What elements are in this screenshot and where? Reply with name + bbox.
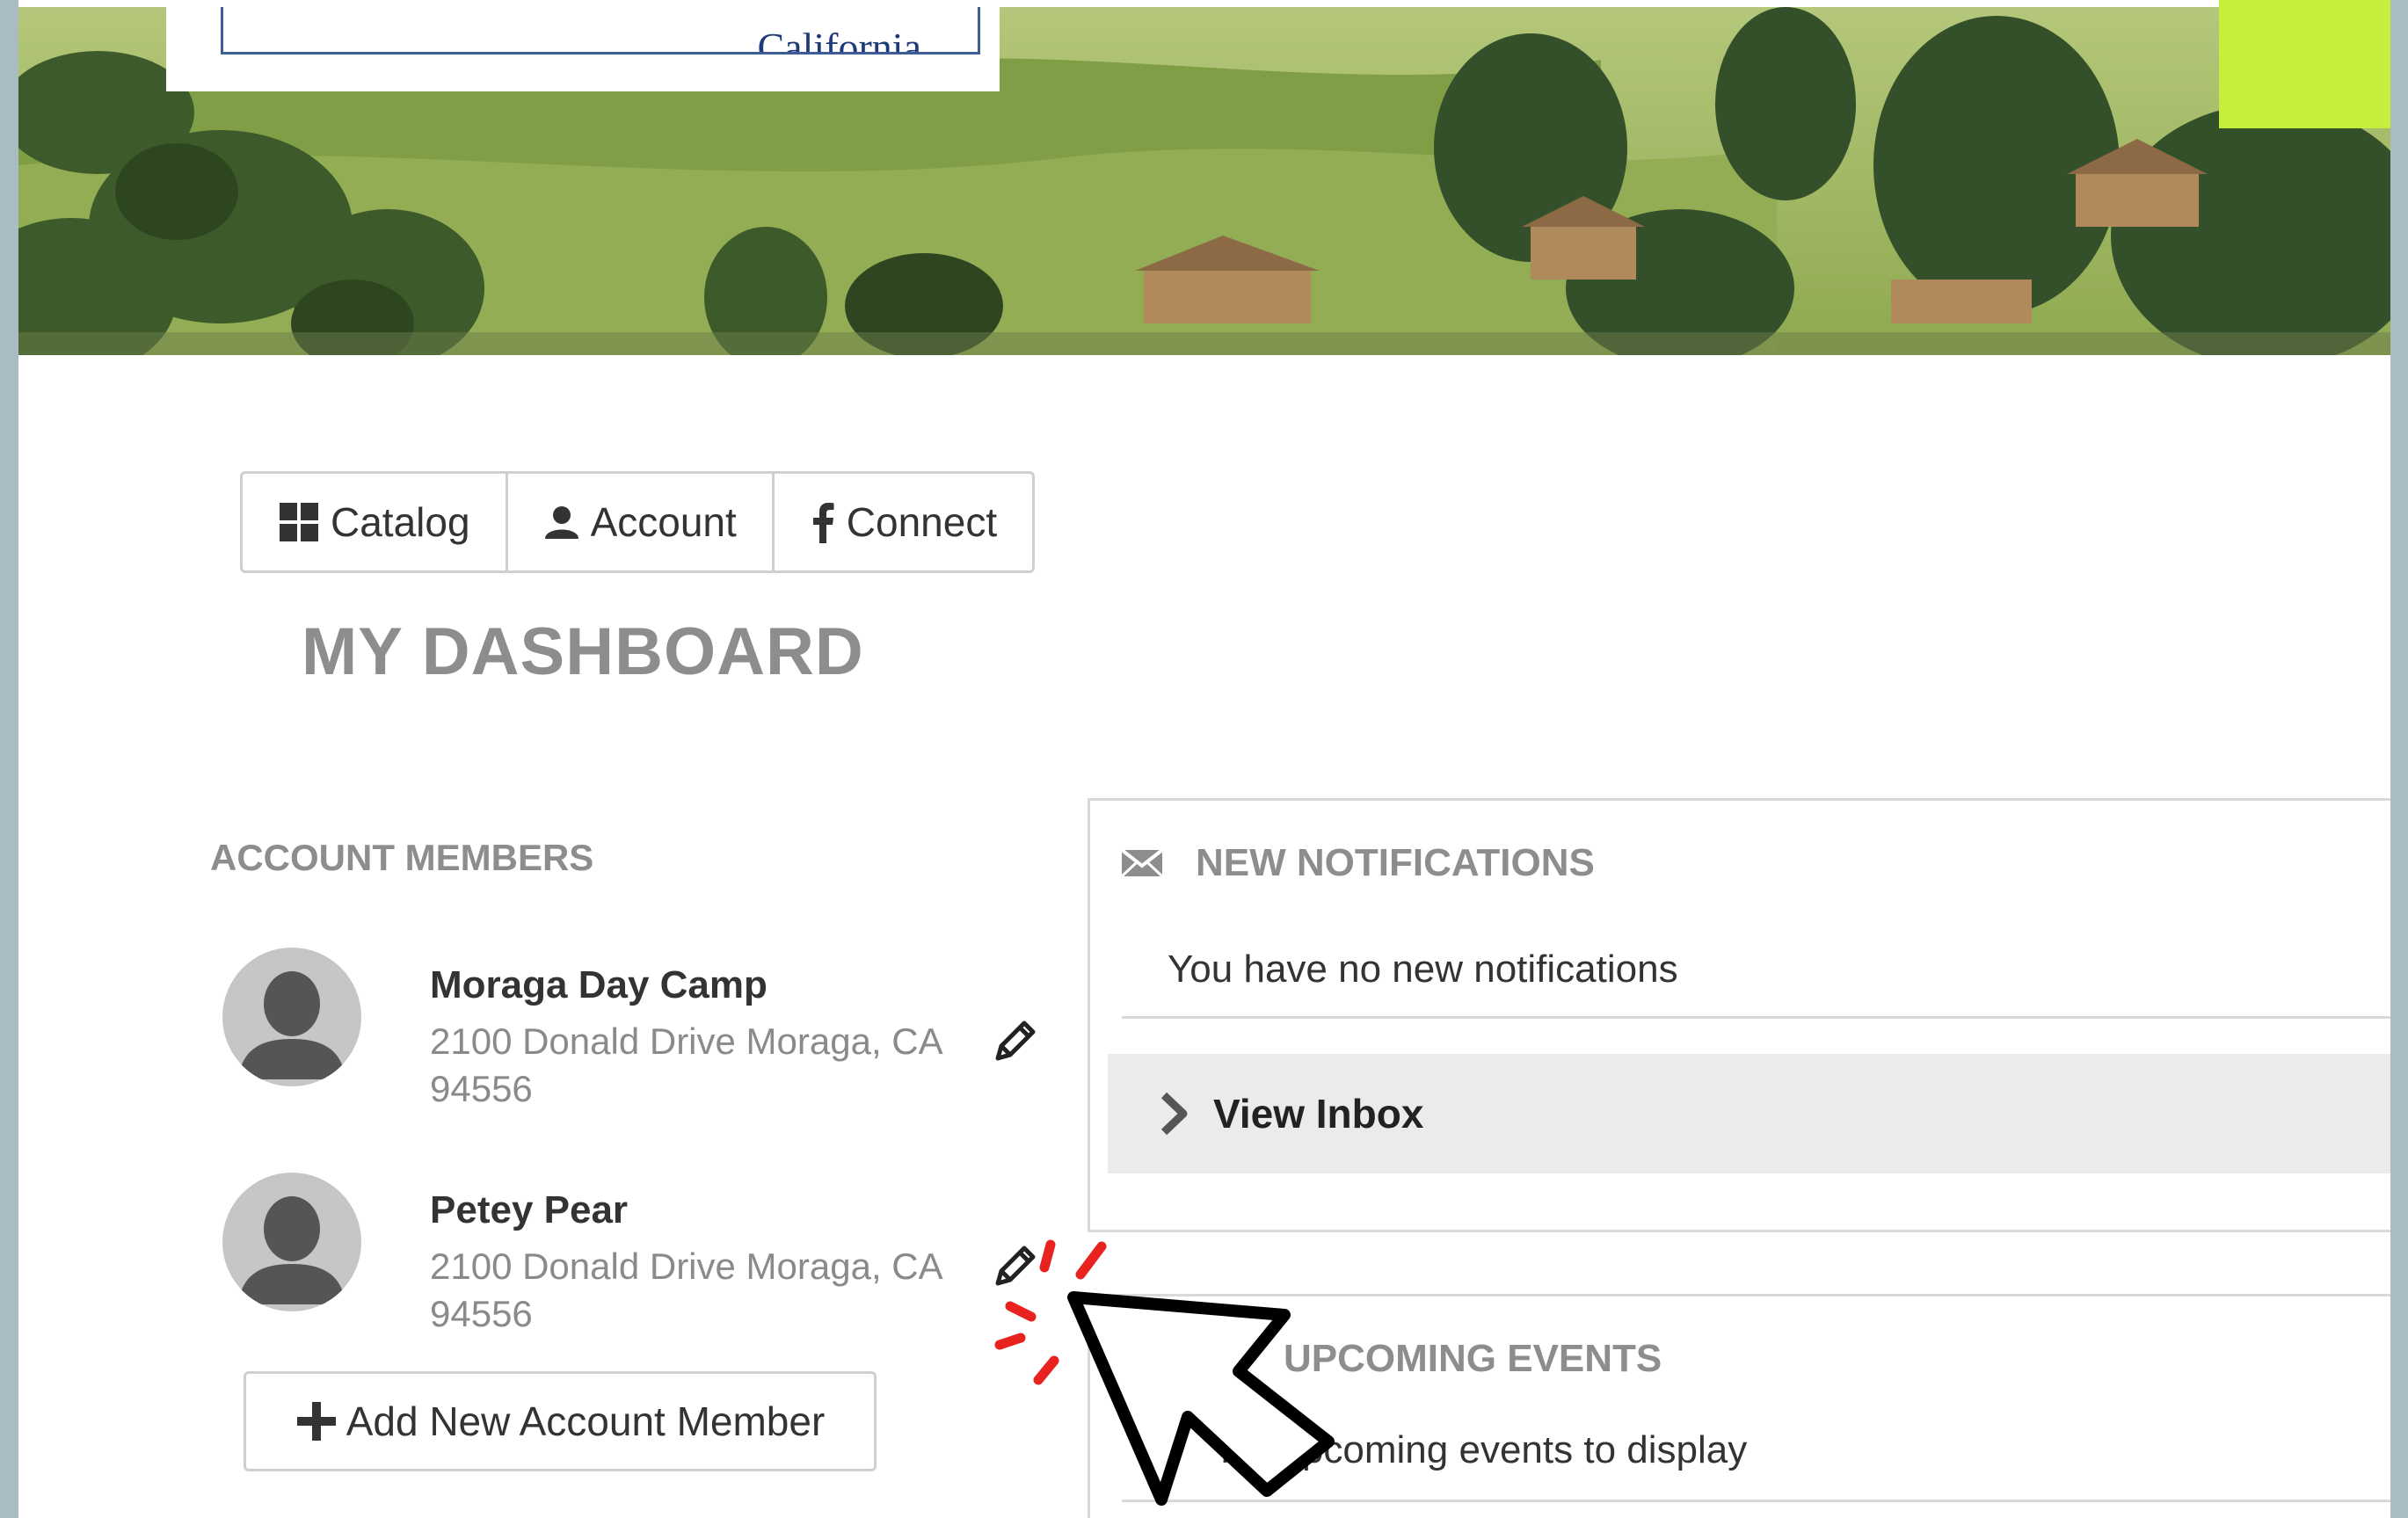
- events-panel: UPCOMING EVENTS No upcoming events to di…: [1088, 1294, 2390, 1518]
- user-avatar-icon: [238, 1196, 346, 1304]
- tab-catalog[interactable]: Catalog: [243, 474, 508, 570]
- account-member-item: Petey Pear 2100 Donald Drive Moraga, CA …: [222, 1173, 1049, 1348]
- avatar: [222, 948, 361, 1086]
- member-address: 2100 Donald Drive Moraga, CA 94556: [430, 1018, 957, 1113]
- logo-text: California: [757, 25, 922, 54]
- no-events-text: No upcoming events to display: [1122, 1411, 2390, 1502]
- tab-connect-label: Connect: [846, 499, 998, 545]
- page-title: MY DASHBOARD: [302, 614, 864, 689]
- user-icon: [544, 506, 578, 539]
- no-notifications-text: You have no new notifications: [1122, 933, 2390, 1019]
- facebook-icon: [812, 503, 834, 543]
- member-address-line1: 2100 Donald Drive Moraga, CA: [430, 1020, 943, 1062]
- account-member-item: Moraga Day Camp 2100 Donald Drive Moraga…: [222, 948, 1049, 1123]
- member-address-line2: 94556: [430, 1293, 533, 1334]
- add-account-member-button[interactable]: Add New Account Member: [244, 1371, 877, 1471]
- site-logo[interactable]: California: [166, 7, 1000, 91]
- notifications-heading: NEW NOTIFICATIONS: [1196, 841, 1595, 884]
- accent-corner-block: [2219, 0, 2390, 128]
- tab-connect[interactable]: Connect: [775, 474, 1032, 570]
- user-avatar-icon: [238, 971, 346, 1079]
- avatar: [222, 1173, 361, 1311]
- edit-pencil-icon[interactable]: [991, 1018, 1038, 1065]
- member-name: Petey Pear: [430, 1188, 629, 1231]
- grid-icon: [280, 503, 318, 541]
- chevron-right-icon: [1160, 1092, 1188, 1136]
- header-photo: California: [18, 7, 2390, 355]
- calendar-icon: [1123, 1342, 1158, 1378]
- notifications-panel: NEW NOTIFICATIONS You have no new notifi…: [1088, 798, 2390, 1232]
- plus-icon: [296, 1402, 336, 1441]
- envelope-icon: [1120, 848, 1164, 878]
- events-heading: UPCOMING EVENTS: [1284, 1337, 1662, 1380]
- tab-catalog-label: Catalog: [331, 499, 470, 545]
- edit-pencil-icon[interactable]: [991, 1243, 1038, 1290]
- add-account-member-label: Add New Account Member: [346, 1398, 826, 1444]
- tab-account-label: Account: [590, 499, 737, 545]
- view-inbox-button[interactable]: View Inbox: [1108, 1054, 2390, 1173]
- member-address-line2: 94556: [430, 1068, 533, 1109]
- member-address: 2100 Donald Drive Moraga, CA 94556: [430, 1243, 957, 1338]
- logo-frame: California: [221, 7, 980, 54]
- page: California Catalog Account Connect MY DA…: [18, 0, 2390, 1518]
- tab-account[interactable]: Account: [508, 474, 775, 570]
- account-members-heading: ACCOUNT MEMBERS: [210, 837, 594, 878]
- member-address-line1: 2100 Donald Drive Moraga, CA: [430, 1246, 943, 1287]
- top-nav-tabs: Catalog Account Connect: [240, 471, 1036, 573]
- view-inbox-label: View Inbox: [1213, 1091, 1424, 1137]
- member-name: Moraga Day Camp: [430, 963, 768, 1006]
